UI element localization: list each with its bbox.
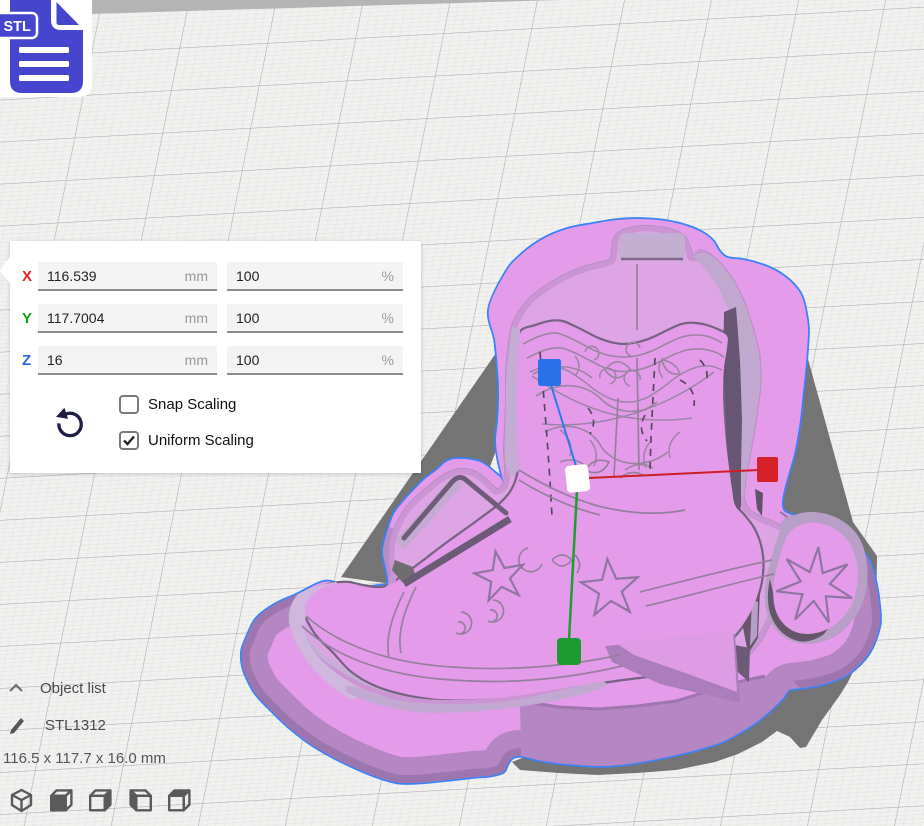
svg-text:STL: STL	[4, 19, 32, 35]
